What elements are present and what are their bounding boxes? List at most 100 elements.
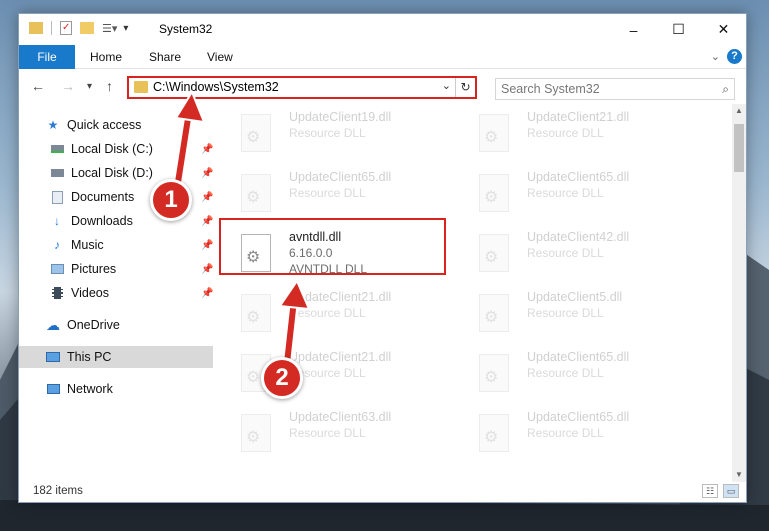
scroll-up-icon[interactable]: ▲ [732,104,746,118]
back-arrow-icon[interactable]: ← [31,78,45,94]
pin-icon[interactable]: 📌 [201,240,213,251]
address-path[interactable]: C:\Windows\System32 [153,80,279,94]
window-title: System32 [159,22,213,36]
list-item[interactable]: UpdateClient21.dll Resource DLL [221,284,446,344]
step-1-badge: 1 [150,179,192,221]
sidebar-item-label: Local Disk (C:) [71,142,153,156]
list-item[interactable]: UpdateClient65.dll Resource DLL [459,404,684,464]
file-explorer-window: ✓ ☰▾ ▾ System32 – ☐ ✕ File Home Share Vi… [18,13,747,503]
dll-file-icon [241,414,271,452]
sidebar-item-label: Pictures [71,262,117,276]
list-item[interactable]: UpdateClient5.dll Resource DLL [459,284,684,344]
vertical-scrollbar[interactable]: ▲ ▼ [732,104,746,482]
sidebar-item-quick-access[interactable]: ★ Quick access [19,114,213,136]
search-icon[interactable]: ⌕ [722,82,729,97]
sidebar-item-music[interactable]: ♪ Music 📌 [19,234,213,256]
navigation-pane: ★ Quick access Local Disk (C:) 📌 Local D… [19,104,213,482]
expand-ribbon-icon[interactable]: ⌄ [711,50,720,63]
dll-file-icon [479,294,509,332]
file-type: Resource DLL [527,426,604,440]
pin-icon[interactable]: 📌 [201,168,213,179]
pin-icon[interactable]: 📌 [201,216,213,227]
search-placeholder: Search System32 [501,82,600,96]
scroll-down-icon[interactable]: ▼ [732,468,746,482]
folder-icon [29,22,43,34]
help-icon[interactable]: ? [727,49,742,64]
qa-dropdown-icon[interactable]: ▾ [123,23,128,34]
list-item[interactable]: UpdateClient42.dll Resource DLL [459,224,684,284]
recent-locations-icon[interactable]: ▾ [87,81,92,92]
refresh-icon[interactable]: ↻ [455,78,475,97]
onedrive-icon: ☁ [46,316,60,333]
sidebar-item-network[interactable]: Network [19,378,213,400]
forward-arrow-icon[interactable]: → [61,78,75,94]
star-icon: ★ [47,118,59,132]
sidebar-item-label: Network [67,382,113,396]
file-type: Resource DLL [527,126,604,140]
list-item[interactable]: UpdateClient21.dll Resource DLL [221,344,446,404]
list-item[interactable]: UpdateClient65.dll Resource DLL [459,164,684,224]
up-arrow-icon[interactable]: ↑ [106,78,113,94]
file-name: UpdateClient21.dll [289,350,392,364]
pc-icon [45,350,61,364]
file-type: AVNTDLL DLL [289,262,368,276]
pin-icon[interactable]: 📌 [201,288,213,299]
sidebar-item-label: Music [71,238,104,252]
search-input[interactable]: Search System32 ⌕ [495,78,735,100]
list-item[interactable]: UpdateClient65.dll Resource DLL [459,344,684,404]
file-type: Resource DLL [289,126,366,140]
address-dropdown-icon[interactable]: ⌄ [442,79,451,92]
list-item[interactable]: UpdateClient21.dll Resource DLL [459,104,684,164]
network-icon [45,382,61,396]
navigation-bar: ← → ▾ ↑ C:\Windows\System32 ⌄ ↻ Search S… [19,70,746,104]
drive-icon [49,142,65,156]
file-type: Resource DLL [289,426,366,440]
sidebar-item-videos[interactable]: Videos 📌 [19,282,213,304]
tab-share[interactable]: Share [149,45,181,69]
tab-home[interactable]: Home [90,45,122,69]
pin-icon[interactable]: 📌 [201,264,213,275]
list-item[interactable]: UpdateClient63.dll Resource DLL [221,404,446,464]
maximize-button[interactable]: ☐ [656,14,701,45]
file-type: Resource DLL [289,306,366,320]
close-button[interactable]: ✕ [701,14,746,45]
minimize-button[interactable]: – [611,14,656,45]
file-name: UpdateClient21.dll [289,290,392,304]
tiles-view-icon[interactable]: ▭ [723,484,739,498]
file-name: UpdateClient19.dll [289,110,392,124]
tab-view[interactable]: View [207,45,233,69]
file-name: UpdateClient21.dll [527,110,630,124]
sidebar-item-label: Downloads [71,214,133,228]
new-folder-icon[interactable] [80,22,94,34]
folder-icon [134,81,148,93]
details-view-icon[interactable]: ☷ [702,484,718,498]
pin-icon[interactable]: 📌 [201,192,213,203]
separator [51,21,52,35]
list-item-avntdll[interactable]: avntdll.dll 6.16.0.0 AVNTDLL DLL [221,224,446,284]
file-name: UpdateClient42.dll [527,230,630,244]
scroll-thumb[interactable] [734,124,744,172]
music-icon: ♪ [54,238,60,252]
list-item[interactable]: UpdateClient65.dll Resource DLL [221,164,446,224]
file-version: 6.16.0.0 [289,246,333,260]
file-name: UpdateClient65.dll [289,170,392,184]
sidebar-item-local-disk-d[interactable]: Local Disk (D:) 📌 [19,162,213,184]
pin-icon[interactable]: 📌 [201,144,213,155]
dll-file-icon [241,294,271,332]
file-name: UpdateClient65.dll [527,410,630,424]
pictures-icon [49,262,65,276]
dll-file-icon [241,114,271,152]
file-type: Resource DLL [527,246,604,260]
tab-file[interactable]: File [19,45,75,69]
sidebar-item-onedrive[interactable]: ☁ OneDrive [19,314,213,336]
sidebar-item-local-disk-c[interactable]: Local Disk (C:) 📌 [19,138,213,160]
file-type: Resource DLL [289,186,366,200]
customize-icon[interactable]: ☰▾ [102,22,117,35]
sidebar-item-pictures[interactable]: Pictures 📌 [19,258,213,280]
list-item[interactable]: UpdateClient19.dll Resource DLL [221,104,446,164]
properties-icon[interactable]: ✓ [60,21,72,35]
file-name: UpdateClient65.dll [527,350,630,364]
address-bar[interactable]: C:\Windows\System32 ⌄ ↻ [127,76,477,99]
sidebar-item-this-pc[interactable]: This PC [19,346,213,368]
title-bar: ✓ ☰▾ ▾ System32 – ☐ ✕ [19,14,746,45]
